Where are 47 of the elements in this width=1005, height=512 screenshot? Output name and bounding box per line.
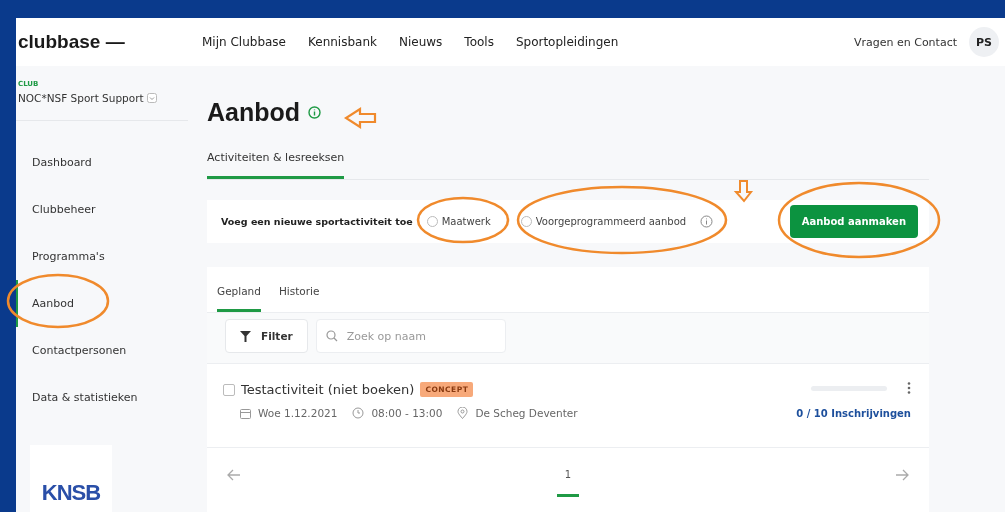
search-field[interactable]: Zoek op naam [315, 319, 506, 353]
annotation-arrow [733, 180, 754, 203]
activity-date: Woe 1.12.2021 [258, 407, 338, 419]
annotation-arrow [343, 107, 377, 129]
page-tab[interactable]: Activiteiten & lesreeksen [207, 151, 345, 179]
nav-link[interactable]: Mijn Clubbase [202, 35, 286, 49]
previous-page-icon[interactable] [227, 469, 241, 481]
info-icon[interactable] [700, 215, 714, 228]
nav-link[interactable]: Kennisbank [308, 35, 377, 49]
search-icon [325, 330, 338, 342]
page-title: Aanbod [207, 98, 301, 127]
radio-icon[interactable] [520, 216, 532, 227]
filter-icon [240, 330, 251, 342]
clock-icon [352, 407, 365, 419]
radio-icon[interactable] [426, 216, 438, 227]
sidebar-item[interactable]: Programma's [16, 233, 188, 280]
add-activity-label: Voeg een nieuwe sportactiviteit toe [221, 216, 413, 227]
help-link[interactable]: Vragen en Contact [853, 35, 957, 49]
filter-button[interactable]: Filter [225, 319, 308, 353]
sidebar-item[interactable]: Dashboard [16, 139, 188, 186]
dropdown-icon[interactable] [146, 93, 157, 103]
create-offer-button[interactable]: Aanbod aanmaken [789, 205, 918, 238]
sidebar-item[interactable]: Contactpersonen [16, 327, 188, 374]
nav-link[interactable]: Nieuws [398, 35, 443, 49]
clubbase-logo[interactable]: clubbase — [18, 31, 202, 53]
radio-option[interactable]: Maatwerk [426, 216, 491, 227]
user-avatar[interactable]: PS [969, 27, 999, 57]
partner-logo: KNSB [41, 480, 101, 506]
radio-option[interactable]: Voorgeprogrammeerd aanbod [520, 216, 687, 227]
activity-time: 08:00 - 13:00 [371, 407, 443, 419]
activity-title[interactable]: Testactiviteit (niet boeken) [241, 382, 415, 397]
nav-link[interactable]: Sportopleidingen [515, 35, 619, 49]
list-tab[interactable]: Historie [278, 285, 320, 312]
activity-location: De Scheg Deventer [475, 407, 578, 419]
sidebar-item[interactable]: Clubbeheer [16, 186, 188, 233]
more-options-icon[interactable] [907, 382, 911, 394]
calendar-icon [240, 407, 251, 419]
checkbox[interactable] [223, 383, 235, 396]
next-page-icon[interactable] [895, 469, 909, 481]
location-pin-icon [457, 407, 469, 419]
info-icon[interactable] [308, 106, 322, 119]
page-number[interactable]: 1 [556, 453, 580, 497]
club-name[interactable]: NOC*NSF Sport Support [18, 92, 144, 104]
nav-link[interactable]: Tools [464, 35, 494, 49]
registrations-count: 0 / 10 Inschrijvingen [796, 408, 911, 419]
sidebar-item[interactable]: Data & statistieken [16, 374, 188, 421]
sidebar-item[interactable]: Aanbod [16, 280, 188, 327]
